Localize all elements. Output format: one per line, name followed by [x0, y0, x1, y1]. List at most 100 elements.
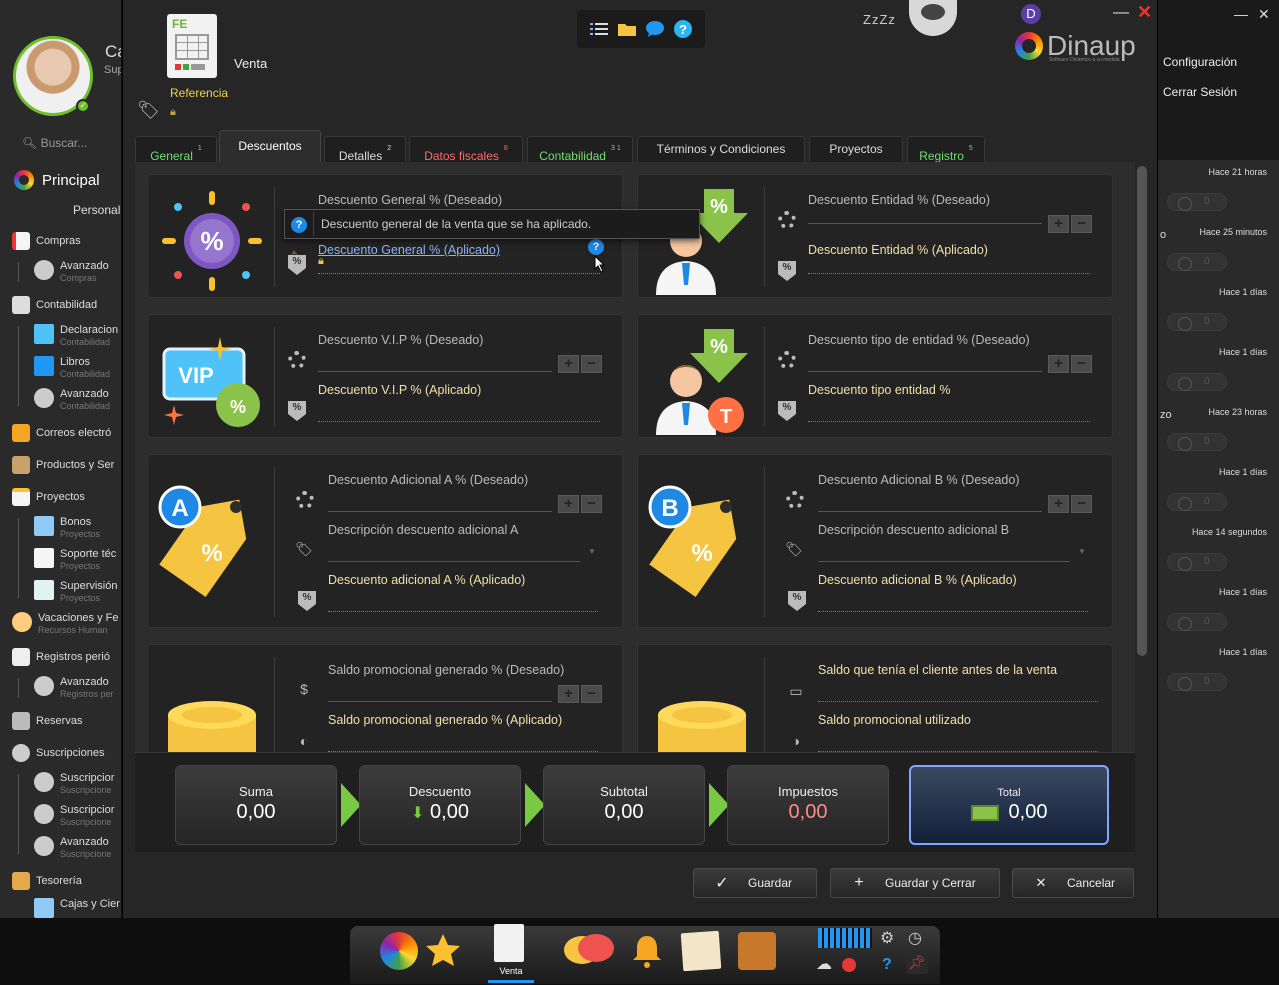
- desired-entidad-field[interactable]: [808, 223, 1042, 224]
- list-icon[interactable]: [590, 20, 608, 38]
- user-initial-badge[interactable]: D: [1021, 4, 1041, 24]
- sidebar-item-cajas[interactable]: Cajas y Cier: [34, 898, 120, 918]
- vip-stepper[interactable]: + −: [558, 355, 604, 375]
- balance-before-field[interactable]: [818, 701, 1098, 702]
- sidebar-item-soporte[interactable]: Soporte téc Proyectos: [34, 548, 116, 572]
- dialog-minimize-icon[interactable]: —: [1113, 4, 1129, 22]
- folder-icon[interactable]: [618, 20, 636, 38]
- star-icon[interactable]: [424, 932, 462, 970]
- invoice-app-icon[interactable]: [494, 924, 524, 962]
- bell-icon[interactable]: [628, 932, 666, 970]
- desired-vip-field[interactable]: [318, 371, 552, 372]
- notification-toggle[interactable]: [1167, 193, 1227, 211]
- sidebar-item-proyectos[interactable]: Proyectos: [12, 488, 85, 506]
- adicional-a-stepper[interactable]: + −: [558, 495, 604, 515]
- entidad-stepper[interactable]: + −: [1048, 215, 1094, 235]
- sidebar-search[interactable]: 🔍︎ Buscar...: [22, 136, 87, 150]
- desired-tipo-field[interactable]: [808, 371, 1042, 372]
- chat-bubbles-icon[interactable]: [562, 932, 616, 970]
- notification-toggle[interactable]: [1167, 613, 1227, 631]
- plus-button[interactable]: +: [1048, 215, 1069, 233]
- sidebar-item-vacaciones[interactable]: Vacaciones y Fe Recursos Human: [12, 612, 119, 636]
- minus-button[interactable]: −: [581, 685, 602, 703]
- sidebar-item-suscripcion-2[interactable]: Suscripcior Suscripcione: [34, 804, 114, 828]
- sidebar-item-productos[interactable]: Productos y Ser: [12, 456, 114, 474]
- sidebar-item-supervision[interactable]: Supervisión Proyectos: [34, 580, 117, 604]
- pin-icon[interactable]: 📌︎: [906, 954, 928, 974]
- tab-descuentos[interactable]: Descuentos: [219, 130, 321, 162]
- sidebar-principal[interactable]: Principal: [14, 170, 100, 190]
- minimize-icon[interactable]: —: [1234, 6, 1248, 22]
- content-scrollbar[interactable]: [1137, 166, 1147, 656]
- chat-icon[interactable]: [646, 20, 664, 38]
- plus-button[interactable]: +: [558, 685, 579, 703]
- applied-tipo-field[interactable]: [808, 421, 1090, 422]
- dialog-close-icon[interactable]: ✕: [1137, 2, 1152, 23]
- sidebar-item-avanzado-suscripciones[interactable]: Avanzado Suscripcione: [34, 836, 112, 860]
- settings-icon[interactable]: ⚙: [880, 928, 898, 947]
- sidebar-item-correos[interactable]: Correos electró: [12, 424, 111, 442]
- description-a-field[interactable]: [328, 561, 580, 562]
- wallet-icon[interactable]: [738, 932, 776, 970]
- tab-contabilidad[interactable]: Contabilidad 3 1: [527, 136, 633, 163]
- sidebar-item-avanzado-compras[interactable]: Avanzado Compras: [34, 260, 109, 284]
- adicional-b-stepper[interactable]: + −: [1048, 495, 1094, 515]
- help-icon[interactable]: ?: [588, 239, 604, 255]
- tab-general[interactable]: General 1: [135, 136, 217, 163]
- tab-registro[interactable]: Registro 5: [907, 136, 985, 163]
- sidebar-item-registros[interactable]: Registros perió: [12, 648, 110, 666]
- sidebar-item-suscripcion-1[interactable]: Suscripcior Suscripcione: [34, 772, 114, 796]
- sidebar-item-tesoreria[interactable]: Tesorería: [12, 872, 82, 890]
- tab-proyectos[interactable]: Proyectos: [809, 136, 903, 162]
- minus-button[interactable]: −: [1071, 495, 1092, 513]
- note-icon[interactable]: [680, 930, 722, 972]
- notification-toggle[interactable]: [1167, 313, 1227, 331]
- notification-toggle[interactable]: [1167, 373, 1227, 391]
- applied-vip-field[interactable]: [318, 421, 600, 422]
- applied-entidad-field[interactable]: [808, 273, 1090, 274]
- saldo-stepper[interactable]: + −: [558, 685, 604, 705]
- cancel-button[interactable]: ✕ Cancelar: [1012, 868, 1134, 898]
- sidebar-item-compras[interactable]: Compras: [12, 232, 81, 250]
- settings-link[interactable]: Configuración: [1163, 55, 1237, 69]
- minus-button[interactable]: −: [581, 495, 602, 513]
- minus-button[interactable]: −: [1071, 355, 1092, 373]
- notification-toggle[interactable]: [1167, 253, 1227, 271]
- chevron-down-icon[interactable]: ▼: [588, 547, 596, 556]
- sidebar-item-libros[interactable]: Libros Contabilidad: [34, 356, 110, 380]
- desired-adicional-b-field[interactable]: [818, 511, 1042, 512]
- tab-detalles[interactable]: Detalles 2: [324, 136, 406, 163]
- save-button[interactable]: ✓ Guardar: [693, 868, 817, 898]
- help-icon[interactable]: ?: [674, 20, 692, 38]
- sidebar-item-avanzado-contabilidad[interactable]: Avanzado Contabilidad: [34, 388, 110, 412]
- notification-toggle[interactable]: [1167, 673, 1227, 691]
- notification-toggle[interactable]: [1167, 553, 1227, 571]
- plus-button[interactable]: +: [558, 355, 579, 373]
- sidebar-item-declaracion[interactable]: Declaracion Contabilidad: [34, 324, 118, 348]
- save-close-button[interactable]: + Guardar y Cerrar: [830, 868, 1000, 898]
- clock-icon[interactable]: ◷: [908, 928, 926, 947]
- help-icon[interactable]: ?: [882, 956, 900, 974]
- minus-button[interactable]: −: [1071, 215, 1092, 233]
- applied-adicional-a-field[interactable]: [328, 611, 598, 612]
- sidebar-item-contabilidad[interactable]: Contabilidad: [12, 296, 97, 314]
- cloud-icon[interactable]: ☁: [816, 954, 838, 974]
- plus-button[interactable]: +: [1048, 355, 1069, 373]
- sidebar-item-bonos[interactable]: Bonos Proyectos: [34, 516, 100, 540]
- sidebar-item-suscripciones[interactable]: Suscripciones: [12, 744, 104, 762]
- tab-terminos[interactable]: Términos y Condiciones: [637, 136, 805, 162]
- sidebar-item-avanzado-registros[interactable]: Avanzado Registros per: [34, 676, 114, 700]
- notification-toggle[interactable]: [1167, 433, 1227, 451]
- tipo-stepper[interactable]: + −: [1048, 355, 1094, 375]
- chevron-down-icon[interactable]: ▼: [1078, 547, 1086, 556]
- desired-adicional-a-field[interactable]: [328, 511, 552, 512]
- calendar-grid-icon[interactable]: [818, 928, 872, 948]
- desired-saldo-field[interactable]: [328, 701, 552, 702]
- plus-button[interactable]: +: [1048, 495, 1069, 513]
- dinaup-app-icon[interactable]: [380, 932, 418, 970]
- applied-general-field[interactable]: [318, 273, 600, 274]
- tab-datos-fiscales[interactable]: Datos fiscales 8: [409, 136, 523, 163]
- applied-adicional-b-field[interactable]: [818, 611, 1088, 612]
- sidebar-personal[interactable]: Personal: [73, 203, 120, 217]
- notification-toggle[interactable]: [1167, 493, 1227, 511]
